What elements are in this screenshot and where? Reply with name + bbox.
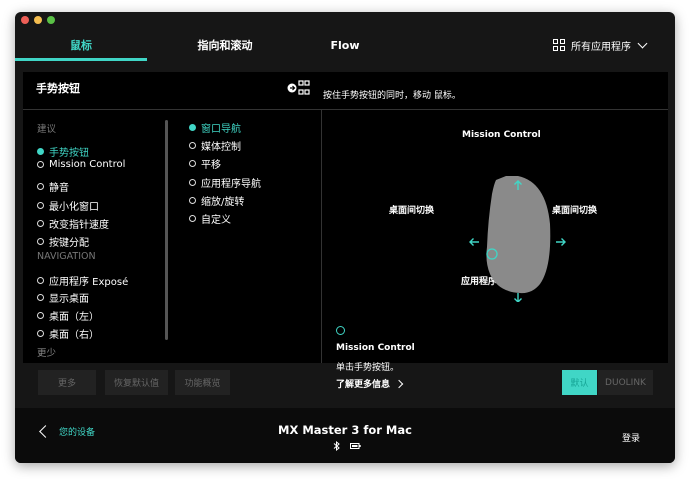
default-toggle-button[interactable]: 默认 bbox=[562, 370, 597, 395]
zoom-window-button[interactable] bbox=[47, 16, 55, 24]
option-show-desktop[interactable]: 显示桌面 bbox=[37, 290, 89, 305]
scrollbar[interactable] bbox=[165, 120, 168, 340]
option-key-assignment[interactable]: 按键分配 bbox=[37, 234, 89, 249]
gesture-button-icon bbox=[287, 80, 310, 95]
option-pointer-speed[interactable]: 改变指针速度 bbox=[37, 216, 109, 231]
learn-more-link[interactable]: 了解更多信息 bbox=[336, 377, 404, 390]
gesture-diagram: Mission Control 桌面间切换 桌面间切换 应用程序 Exposé … bbox=[322, 110, 668, 390]
panel-title: 手势按钮 bbox=[36, 82, 80, 95]
option-pan[interactable]: 平移 bbox=[189, 156, 221, 171]
option-mission-control[interactable]: Mission Control bbox=[37, 159, 125, 170]
detail-description: 单击手势按钮。 bbox=[336, 363, 400, 373]
gesture-left-label: 桌面间切换 bbox=[389, 206, 435, 216]
option-app-expose[interactable]: 应用程序 Exposé bbox=[37, 273, 128, 288]
tab-point-scroll[interactable]: 指向和滚动 bbox=[175, 30, 275, 60]
gesture-up-label: Mission Control bbox=[462, 130, 541, 140]
sign-in-link[interactable]: 登录 bbox=[622, 431, 640, 444]
more-button[interactable]: 更多 bbox=[38, 370, 96, 395]
bluetooth-icon bbox=[333, 441, 340, 451]
gesture-button-marker bbox=[336, 326, 345, 335]
option-mute[interactable]: 静音 bbox=[37, 179, 69, 194]
app-window: 鼠标 指向和滚动 Flow 所有应用程序 手势按钮 按住手势按钮的同时，移动 鼠… bbox=[15, 12, 675, 463]
settings-panel: 手势按钮 按住手势按钮的同时，移动 鼠标。 建议 手势按钮 Mission Co… bbox=[23, 72, 668, 390]
device-name: MX Master 3 for Mac bbox=[278, 423, 412, 437]
mouse-illustration bbox=[469, 176, 566, 302]
option-minimize-window[interactable]: 最小化窗口 bbox=[37, 198, 99, 213]
option-desktop-right[interactable]: 桌面（右） bbox=[37, 326, 99, 341]
battery-icon bbox=[350, 443, 361, 449]
detail-title: Mission Control bbox=[336, 343, 415, 353]
option-app-navigation[interactable]: 应用程序导航 bbox=[189, 175, 261, 190]
show-less-link[interactable]: 更少 bbox=[37, 345, 56, 359]
window-controls bbox=[21, 16, 55, 24]
grid-icon bbox=[553, 39, 565, 51]
option-custom[interactable]: 自定义 bbox=[189, 211, 231, 226]
section-navigation: NAVIGATION bbox=[37, 251, 96, 262]
tab-flow[interactable]: Flow bbox=[315, 30, 375, 60]
device-status bbox=[333, 441, 361, 451]
tab-mouse[interactable]: 鼠标 bbox=[15, 30, 147, 60]
close-window-button[interactable] bbox=[21, 16, 29, 24]
chevron-down-icon bbox=[637, 38, 648, 48]
feature-overview-button[interactable]: 功能概览 bbox=[175, 370, 230, 395]
app-selector-label: 所有应用程序 bbox=[571, 41, 631, 53]
gesture-hint: 按住手势按钮的同时，移动 鼠标。 bbox=[323, 91, 461, 101]
restore-defaults-button[interactable]: 恢复默认值 bbox=[105, 370, 168, 395]
active-tab-indicator bbox=[15, 58, 147, 61]
footer: 您的设备 MX Master 3 for Mac 登录 bbox=[15, 408, 675, 463]
option-window-navigation[interactable]: 窗口导航 bbox=[189, 120, 241, 135]
section-suggested: 建议 bbox=[37, 124, 57, 135]
option-media-control[interactable]: 媒体控制 bbox=[189, 138, 241, 153]
chevron-right-icon bbox=[394, 379, 404, 388]
option-gesture-button[interactable]: 手势按钮 bbox=[37, 144, 89, 159]
option-zoom-rotate[interactable]: 缩放/旋转 bbox=[189, 193, 244, 208]
app-selector[interactable]: 所有应用程序 bbox=[553, 30, 648, 60]
duolink-toggle-button[interactable]: DUOLINK bbox=[598, 370, 653, 395]
minimize-window-button[interactable] bbox=[34, 16, 42, 24]
option-desktop-left[interactable]: 桌面（左） bbox=[37, 308, 99, 323]
